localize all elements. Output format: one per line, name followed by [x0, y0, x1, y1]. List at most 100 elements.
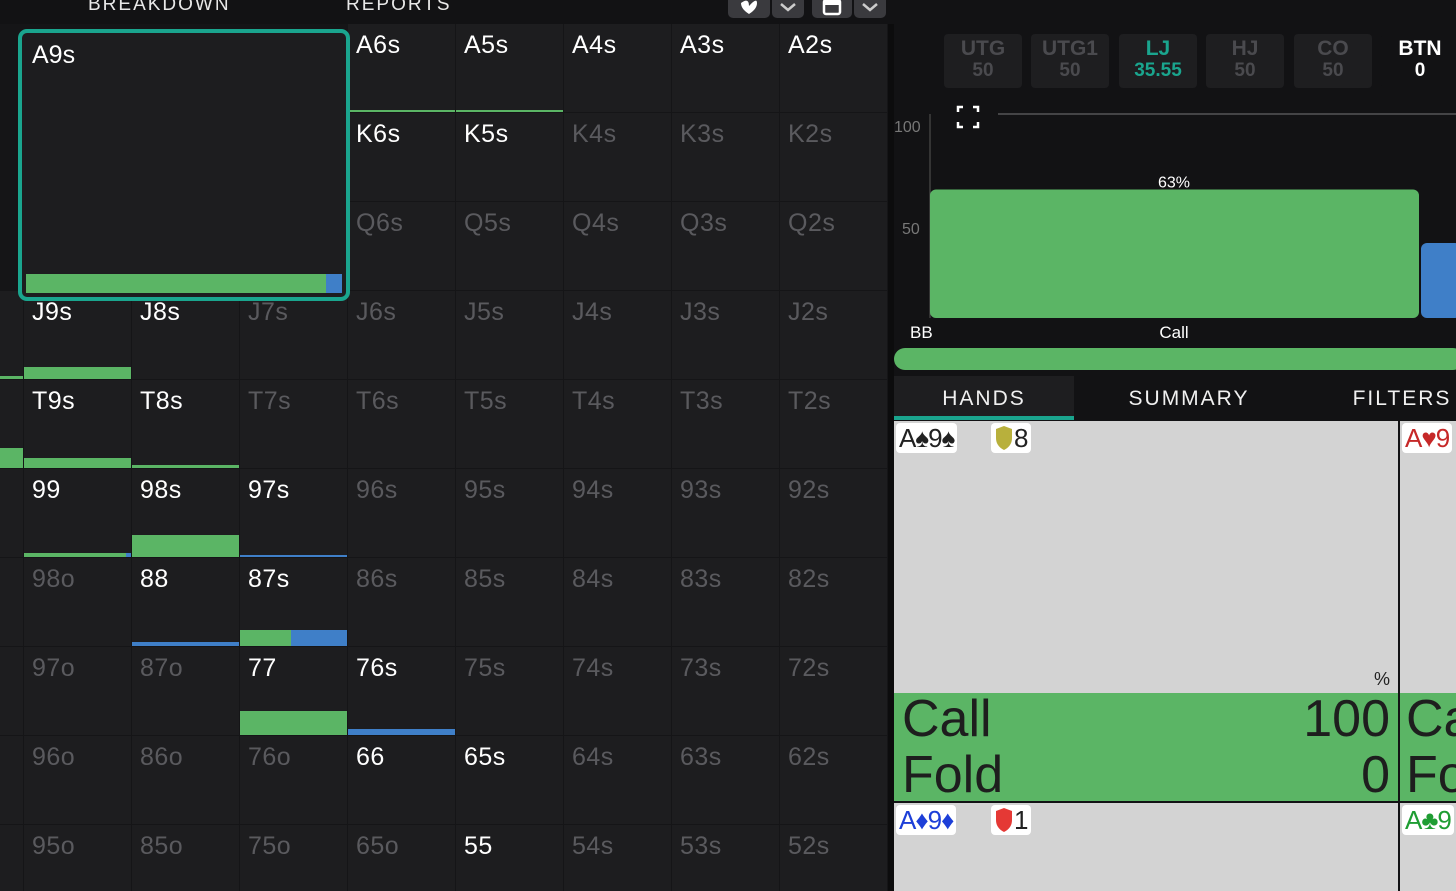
hand-cell[interactable]: 92s	[780, 469, 887, 557]
tab-hands[interactable]: HANDS	[894, 376, 1074, 420]
tab-filters[interactable]: FILTERS	[1342, 376, 1456, 420]
hand-cell[interactable]: 95o	[24, 825, 131, 891]
hand-cell[interactable]: 96s	[348, 469, 455, 557]
position-co[interactable]: CO 50	[1294, 34, 1372, 88]
hand-cell[interactable]: Q6s	[348, 202, 455, 290]
hand-cell[interactable]: K3s	[672, 113, 779, 201]
hand-cell[interactable]: 82s	[780, 558, 887, 646]
hand-cell[interactable]: K5s	[456, 113, 563, 201]
hand-cell[interactable]: Q4s	[564, 202, 671, 290]
hand-cell[interactable]: 87s	[240, 558, 347, 646]
hand-cell[interactable]: 76o	[240, 736, 347, 824]
hand-cell-partial[interactable]	[0, 380, 23, 468]
hand-cell[interactable]: 62s	[780, 736, 887, 824]
hand-cell[interactable]: 86s	[348, 558, 455, 646]
hand-cell[interactable]: K4s	[564, 113, 671, 201]
hand-cell[interactable]: 87o	[132, 647, 239, 735]
hand-cell[interactable]: 76s	[348, 647, 455, 735]
hand-cell[interactable]: K2s	[780, 113, 887, 201]
hand-cell[interactable]: A5s	[456, 24, 563, 112]
hand-cell-partial[interactable]	[0, 736, 23, 824]
hand-cell[interactable]: T6s	[348, 380, 455, 468]
hand-cell-partial[interactable]	[0, 469, 23, 557]
fullscreen-icon[interactable]	[956, 105, 980, 129]
hand-card[interactable]: A♠9♠ 8 % Call 100 Fold 0	[894, 421, 1398, 801]
hand-cell[interactable]: 65o	[348, 825, 455, 891]
hand-cell[interactable]: 98s	[132, 469, 239, 557]
tab-summary[interactable]: SUMMARY	[1094, 376, 1284, 420]
hand-cell[interactable]: Q3s	[672, 202, 779, 290]
hand-cell[interactable]: 75o	[240, 825, 347, 891]
hand-cell[interactable]: A6s	[348, 24, 455, 112]
hand-cell[interactable]: A2s	[780, 24, 887, 112]
hand-card[interactable]: A♦9♦ 1	[894, 803, 1398, 891]
position-utg1[interactable]: UTG1 50	[1031, 34, 1109, 88]
hand-cell[interactable]: 96o	[24, 736, 131, 824]
hand-cell[interactable]: 94s	[564, 469, 671, 557]
hand-cell[interactable]: J8s	[132, 291, 239, 379]
hand-cell-partial[interactable]	[0, 558, 23, 646]
hand-cell[interactable]: Q2s	[780, 202, 887, 290]
hand-cell[interactable]: K6s	[348, 113, 455, 201]
hand-cell[interactable]: J3s	[672, 291, 779, 379]
hand-cell[interactable]: 93s	[672, 469, 779, 557]
hand-cell[interactable]: 75s	[456, 647, 563, 735]
hand-cell-partial[interactable]	[0, 647, 23, 735]
hand-cell[interactable]: 72s	[780, 647, 887, 735]
hand-cell[interactable]: 97s	[240, 469, 347, 557]
hand-cell[interactable]: 54s	[564, 825, 671, 891]
hand-cell[interactable]: T2s	[780, 380, 887, 468]
hand-cell[interactable]: T4s	[564, 380, 671, 468]
hand-cell[interactable]: 98o	[24, 558, 131, 646]
hand-cell[interactable]: 66	[348, 736, 455, 824]
hand-cell[interactable]: 52s	[780, 825, 887, 891]
hand-cell[interactable]: T3s	[672, 380, 779, 468]
card-view-dropdown[interactable]	[854, 0, 886, 18]
hand-card[interactable]: A♣9	[1400, 803, 1456, 891]
hand-cell-partial[interactable]	[0, 291, 23, 379]
hand-cell[interactable]: T7s	[240, 380, 347, 468]
hand-cell[interactable]: 64s	[564, 736, 671, 824]
hand-cell[interactable]: 88	[132, 558, 239, 646]
hand-cell[interactable]: T8s	[132, 380, 239, 468]
hand-card[interactable]: A♥9 Ca Fo	[1400, 421, 1456, 801]
hand-cell[interactable]: J6s	[348, 291, 455, 379]
hand-cell[interactable]: 83s	[672, 558, 779, 646]
position-btn[interactable]: BTN 0	[1381, 34, 1456, 88]
hand-cell[interactable]: T5s	[456, 380, 563, 468]
hand-cell[interactable]: 85o	[132, 825, 239, 891]
hand-cell[interactable]: A3s	[672, 24, 779, 112]
hand-cell[interactable]: 73s	[672, 647, 779, 735]
hand-cell[interactable]: T9s	[24, 380, 131, 468]
call-bar[interactable]	[930, 189, 1419, 318]
hand-cell-partial[interactable]	[0, 825, 23, 891]
suit-filter-button[interactable]	[728, 0, 770, 18]
tab-breakdown[interactable]: BREAKDOWN	[88, 0, 231, 16]
hand-cell[interactable]: 97o	[24, 647, 131, 735]
hand-cell[interactable]: 53s	[672, 825, 779, 891]
position-hj[interactable]: HJ 50	[1206, 34, 1284, 88]
hand-cell[interactable]: 86o	[132, 736, 239, 824]
position-lj[interactable]: LJ 35.55	[1119, 34, 1197, 88]
hand-cell[interactable]: 65s	[456, 736, 563, 824]
suit-filter-dropdown[interactable]	[772, 0, 804, 18]
hand-cell[interactable]: 77	[240, 647, 347, 735]
card-view-button[interactable]	[812, 0, 852, 18]
hand-cell[interactable]: 55	[456, 825, 563, 891]
selected-hand-cell[interactable]: A9s	[18, 29, 350, 301]
hand-cell[interactable]: J7s	[240, 291, 347, 379]
hand-cell[interactable]: 74s	[564, 647, 671, 735]
hand-cell[interactable]: A4s	[564, 24, 671, 112]
hand-cell[interactable]: 95s	[456, 469, 563, 557]
hand-cell[interactable]: 63s	[672, 736, 779, 824]
hand-cell[interactable]: Q5s	[456, 202, 563, 290]
hand-cell[interactable]: J9s	[24, 291, 131, 379]
raise-bar-partial[interactable]	[1421, 243, 1456, 318]
hand-cell[interactable]: 85s	[456, 558, 563, 646]
hand-cell[interactable]: J4s	[564, 291, 671, 379]
position-utg[interactable]: UTG 50	[944, 34, 1022, 88]
hand-cell[interactable]: 84s	[564, 558, 671, 646]
hand-cell[interactable]: J5s	[456, 291, 563, 379]
hand-cell[interactable]: 99	[24, 469, 131, 557]
hand-cell[interactable]: J2s	[780, 291, 887, 379]
